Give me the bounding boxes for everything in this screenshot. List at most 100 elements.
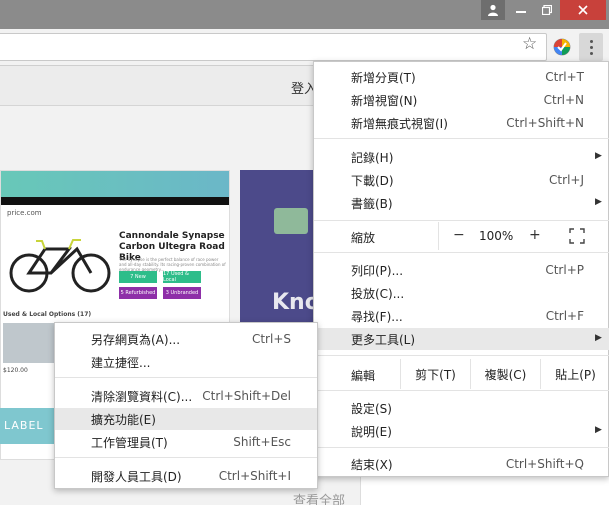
copy-button[interactable]: 複製(C)	[470, 359, 540, 389]
maximize-button[interactable]	[534, 0, 560, 20]
menu-separator	[314, 355, 609, 356]
menu-item-shortcut: Ctrl+S	[251, 332, 291, 346]
menu-item-label: 書籤(B)	[351, 197, 393, 211]
menu-item-shortcut: Ctrl+J	[549, 173, 584, 187]
menu-separator	[314, 138, 609, 139]
menu-item-label: 擴充功能(E)	[91, 413, 156, 427]
menu-item-shortcut: Ctrl+Shift+I	[218, 469, 291, 483]
menu-separator	[314, 447, 609, 448]
menu-item-shortcut: Ctrl+Shift+N	[506, 116, 584, 130]
paste-button[interactable]: 貼上(P)	[540, 359, 609, 389]
menu-item-shortcut: Ctrl+Shift+Del	[202, 389, 291, 403]
close-icon	[578, 5, 588, 15]
menu-item-print[interactable]: 列印(P)... Ctrl+P	[314, 259, 609, 281]
menu-item-label: 尋找(F)...	[351, 310, 403, 324]
zoom-level: 100%	[479, 229, 514, 243]
submenu-item-extensions[interactable]: 擴充功能(E)	[55, 408, 317, 430]
profile-icon	[488, 4, 498, 16]
menu-item-shortcut: Ctrl+F	[545, 309, 584, 323]
address-bar[interactable]	[0, 33, 547, 61]
menu-item-find[interactable]: 尋找(F)... Ctrl+F	[314, 305, 609, 327]
menu-item-label: 說明(E)	[351, 425, 392, 439]
menu-item-label: 新增分頁(T)	[351, 71, 416, 85]
submenu-item-dev-tools[interactable]: 開發人員工具(D) Ctrl+Shift+I	[55, 465, 317, 487]
thumb-section-title: Used & Local Options (17)	[3, 311, 92, 318]
menu-item-settings[interactable]: 設定(S)	[314, 397, 609, 419]
menu-item-cast[interactable]: 投放(C)...	[314, 282, 609, 304]
menu-item-label: 記錄(H)	[351, 151, 394, 165]
menu-item-shortcut: Ctrl+N	[543, 93, 584, 107]
fullscreen-icon[interactable]	[569, 228, 585, 244]
menu-item-shortcut: Ctrl+P	[545, 263, 584, 277]
menu-item-new-incognito[interactable]: 新增無痕式視窗(I) Ctrl+Shift+N	[314, 112, 609, 134]
tag-unbranded[interactable]: 3 Unbranded	[163, 287, 201, 299]
submenu-item-task-manager[interactable]: 工作管理員(T) Shift+Esc	[55, 431, 317, 453]
submenu-arrow-icon: ▶	[595, 425, 602, 435]
submenu-arrow-icon: ▶	[595, 151, 602, 161]
menu-item-exit[interactable]: 結束(X) Ctrl+Shift+Q	[314, 453, 609, 475]
submenu-arrow-icon: ▶	[595, 333, 602, 343]
thumb-price: $120.00	[3, 367, 28, 374]
view-all-link[interactable]: 查看全部	[293, 490, 345, 505]
thumb-mini-image	[3, 323, 55, 363]
edit-label: 編輯	[351, 369, 376, 383]
more-tools-submenu: 另存網頁為(A)... Ctrl+S 建立捷徑... 清除瀏覽資料(C)... …	[54, 322, 318, 489]
submenu-item-clear-data[interactable]: 清除瀏覽資料(C)... Ctrl+Shift+Del	[55, 385, 317, 407]
menu-item-downloads[interactable]: 下載(D) Ctrl+J	[314, 169, 609, 191]
menu-separator	[314, 252, 609, 253]
menu-separator	[55, 377, 317, 378]
menu-item-more-tools[interactable]: 更多工具(L) ▶	[314, 328, 609, 350]
submenu-arrow-icon: ▶	[595, 197, 602, 207]
thumb-header-bar	[1, 171, 229, 197]
menu-item-label: 更多工具(L)	[351, 333, 416, 347]
menu-item-shortcut: Ctrl+T	[545, 70, 584, 84]
menu-item-label: 新增視窗(N)	[351, 94, 418, 108]
menu-item-history[interactable]: 記錄(H) ▶	[314, 146, 609, 168]
submenu-item-save-page[interactable]: 另存網頁為(A)... Ctrl+S	[55, 328, 317, 350]
menu-item-new-window[interactable]: 新增視窗(N) Ctrl+N	[314, 89, 609, 111]
minimize-icon	[516, 11, 526, 13]
menu-item-shortcut: Ctrl+Shift+Q	[505, 457, 584, 471]
maximize-icon	[542, 5, 552, 15]
envelope-check-icon	[274, 208, 308, 234]
menu-item-label: 下載(D)	[351, 174, 394, 188]
menu-item-shortcut: Shift+Esc	[233, 435, 291, 449]
thumb-black-bar	[1, 197, 229, 205]
minimize-button[interactable]	[508, 0, 534, 20]
menu-item-label: 新增無痕式視窗(I)	[351, 117, 448, 131]
menu-item-label: 結束(X)	[351, 458, 393, 472]
zoom-in-button[interactable]: +	[529, 227, 541, 243]
close-button[interactable]	[560, 0, 606, 20]
window-titlebar	[0, 0, 609, 29]
bike-image	[9, 239, 111, 293]
cut-button[interactable]: 剪下(T)	[400, 359, 470, 389]
menu-zoom-row: 縮放 − 100% +	[314, 222, 609, 250]
profile-button[interactable]	[481, 0, 505, 20]
zoom-out-button[interactable]: −	[453, 227, 465, 243]
menu-icon[interactable]	[579, 33, 603, 61]
thumb-site-name: price.com	[7, 209, 42, 217]
tag-refurbished[interactable]: 5 Refurbished	[119, 287, 157, 299]
menu-item-bookmarks[interactable]: 書籤(B) ▶	[314, 192, 609, 214]
menu-edit-row: 編輯 剪下(T) 複製(C) 貼上(P)	[314, 359, 609, 389]
chrome-main-menu: 新增分頁(T) Ctrl+T 新增視窗(N) Ctrl+N 新增無痕式視窗(I)…	[313, 61, 609, 477]
label-strip: LABEL	[0, 408, 60, 444]
zoom-label: 縮放	[351, 231, 376, 245]
menu-item-new-tab[interactable]: 新增分頁(T) Ctrl+T	[314, 66, 609, 88]
menu-item-label: 建立捷徑...	[91, 356, 151, 370]
tag-used[interactable]: 17 Used & Local	[163, 271, 201, 283]
menu-separator	[314, 220, 609, 221]
menu-item-label: 列印(P)...	[351, 264, 404, 278]
menu-item-label: 投放(C)...	[351, 287, 405, 301]
menu-item-help[interactable]: 說明(E) ▶	[314, 420, 609, 442]
menu-item-label: 設定(S)	[351, 402, 392, 416]
submenu-item-create-shortcut[interactable]: 建立捷徑...	[55, 351, 317, 373]
menu-item-label: 工作管理員(T)	[91, 436, 168, 450]
star-icon[interactable]: ☆	[522, 34, 537, 54]
menu-item-label: 開發人員工具(D)	[91, 470, 182, 484]
menu-separator	[314, 390, 609, 391]
menu-item-label: 另存網頁為(A)...	[91, 333, 181, 347]
extension-icon[interactable]	[553, 38, 571, 56]
tag-new[interactable]: 7 New	[119, 271, 157, 283]
zoom-controls: − 100% +	[438, 222, 609, 250]
